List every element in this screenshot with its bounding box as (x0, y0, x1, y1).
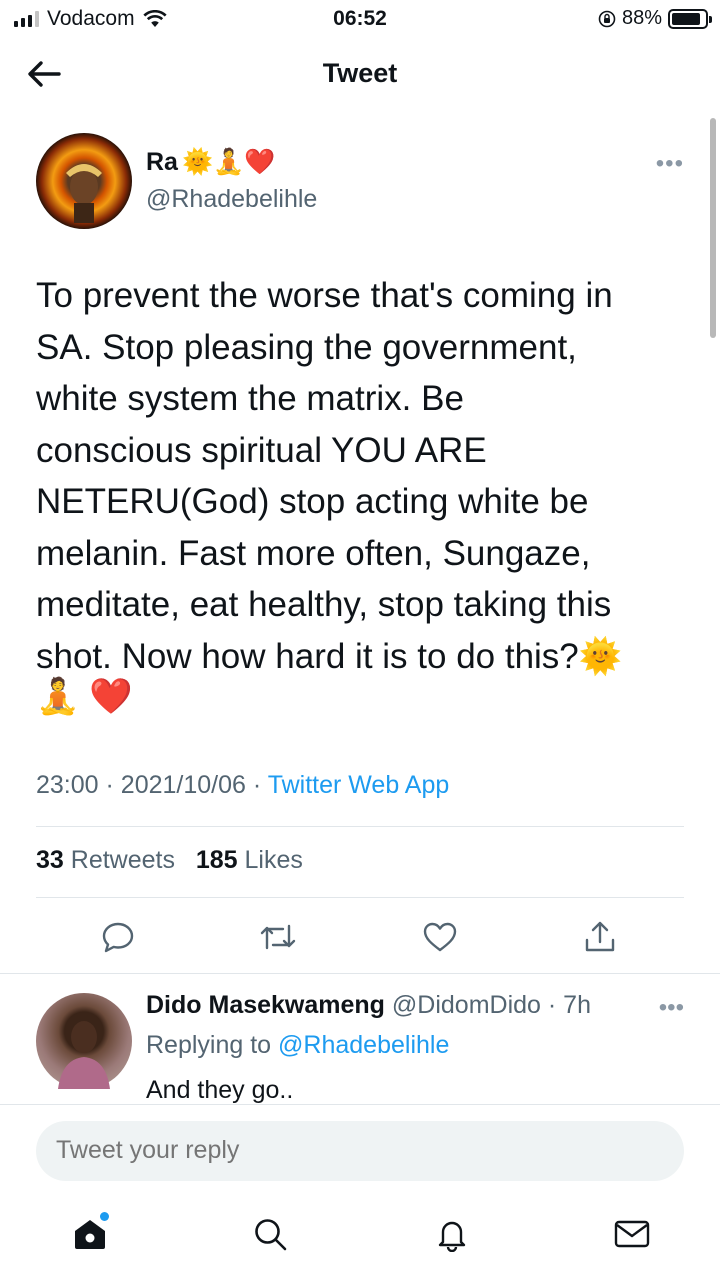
avatar-portrait-icon (58, 1021, 110, 1089)
avatar-portrait-icon (66, 164, 102, 223)
reply-age: · 7h (547, 991, 591, 1019)
mail-icon (614, 1220, 650, 1248)
divider (0, 973, 720, 974)
reply-author-handle[interactable]: @DidomDido (392, 991, 541, 1019)
reply-input[interactable] (56, 1136, 378, 1165)
meta-separator: · (252, 771, 268, 799)
replying-to-handle[interactable]: @Rhadebelihle (278, 1031, 449, 1059)
home-notification-dot (100, 1212, 109, 1221)
author-name[interactable]: Ra 🌞🧘❤️ (146, 148, 275, 177)
like-button[interactable] (420, 917, 460, 957)
retweet-button[interactable] (258, 917, 298, 957)
reply-avatar[interactable] (36, 993, 132, 1089)
more-dots-icon: ••• (655, 150, 684, 177)
home-icon (75, 1220, 105, 1249)
tweet-source-link[interactable]: Twitter Web App (268, 771, 450, 799)
comment-icon (102, 922, 134, 953)
reply-more-button[interactable]: ••• (659, 994, 684, 1022)
reply-text: And they go.. (146, 1076, 294, 1104)
tweet-time: 23:00 (36, 771, 99, 799)
status-bar: Vodacom 06:52 88% (0, 0, 720, 36)
tweet-actions (0, 917, 720, 957)
replying-to: Replying to @Rhadebelihle (146, 1031, 449, 1060)
bell-icon (438, 1221, 466, 1252)
tweet-text-tail: 🧘 ❤️ (36, 677, 133, 716)
author-name-emojis: 🌞🧘❤️ (181, 148, 276, 176)
retweets-label: Retweets (70, 846, 175, 874)
replying-prefix: Replying to (146, 1031, 272, 1059)
battery-icon (668, 8, 712, 29)
share-button[interactable] (580, 917, 620, 957)
retweets-stat[interactable]: 33 Retweets (36, 846, 175, 874)
reply-composer[interactable] (36, 1121, 684, 1181)
tab-search[interactable] (248, 1212, 292, 1256)
reply-button[interactable] (98, 917, 138, 957)
divider (36, 826, 684, 827)
page-title: Tweet (322, 58, 398, 88)
reply-header: Dido Masekwameng @DidomDido · 7h (146, 991, 591, 1020)
battery-level (672, 12, 701, 25)
likes-count: 185 (195, 846, 238, 874)
tab-notifications[interactable] (430, 1212, 474, 1256)
search-icon (255, 1219, 287, 1251)
retweets-count: 33 (36, 846, 64, 874)
more-dots-icon: ••• (658, 994, 684, 1021)
tweet-meta: 23:00 · 2021/10/06 · Twitter Web App (36, 771, 449, 800)
likes-label: Likes (244, 846, 303, 874)
likes-stat[interactable]: 185 Likes (196, 846, 303, 874)
tweet-date: 2021/10/06 (120, 771, 246, 799)
meta-separator: · (105, 771, 121, 799)
author-handle[interactable]: @Rhadebelihle (146, 185, 317, 214)
orientation-lock-icon (598, 10, 616, 27)
tweet-text: To prevent the worse that's coming in SA… (36, 276, 623, 676)
tab-messages[interactable] (610, 1212, 654, 1256)
battery-group: 88% (598, 7, 712, 30)
heart-icon (423, 922, 457, 952)
top-nav: Tweet (0, 40, 720, 110)
tweet-more-button[interactable]: ••• (656, 150, 684, 178)
battery-percent: 88% (621, 7, 662, 29)
scrollbar[interactable] (710, 118, 716, 338)
author-name-text: Ra (146, 148, 178, 176)
divider (36, 897, 684, 898)
share-icon (585, 921, 615, 952)
tweet-stats: 33 Retweets 185 Likes (36, 846, 303, 875)
retweet-icon (260, 924, 296, 950)
reply-author-name[interactable]: Dido Masekwameng (146, 991, 385, 1019)
author-avatar[interactable] (36, 133, 132, 229)
